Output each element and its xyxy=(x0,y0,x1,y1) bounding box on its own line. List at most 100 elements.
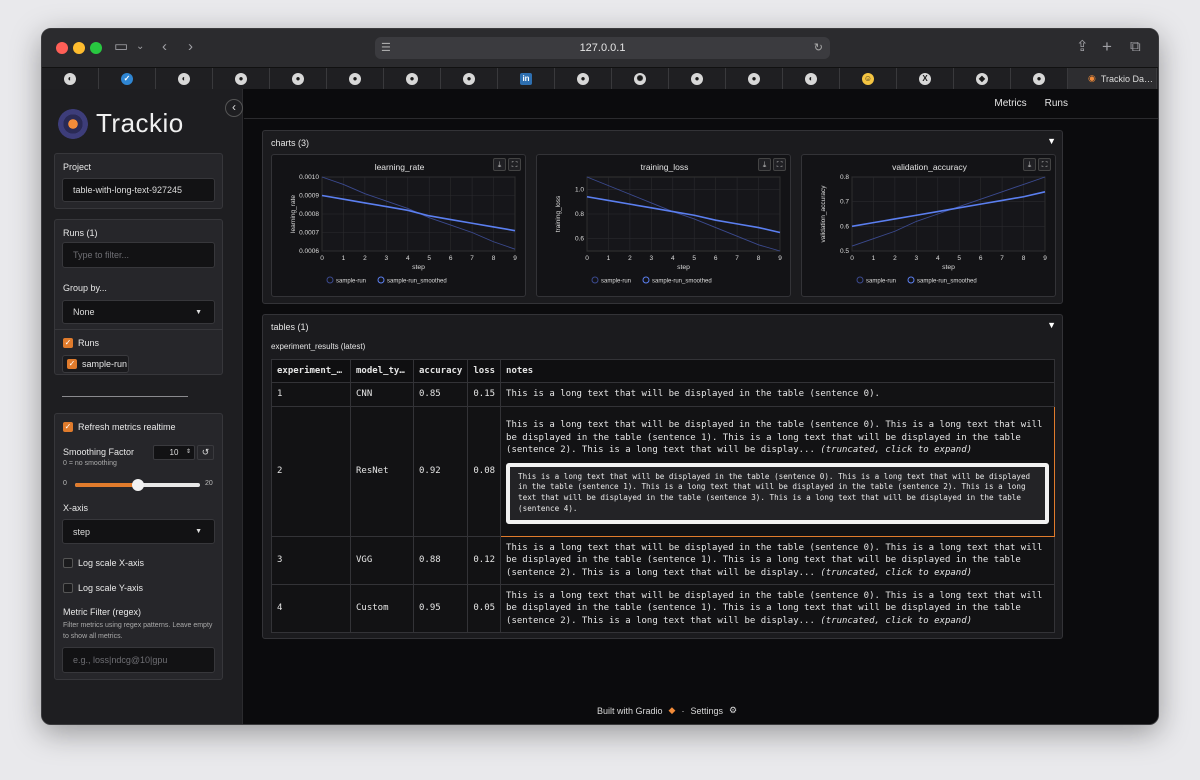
slider-thumb[interactable] xyxy=(131,479,144,491)
share-icon[interactable]: ⇪ xyxy=(1076,37,1089,57)
cell-notes[interactable]: This is a long text that will be display… xyxy=(500,584,1055,633)
project-label: Project xyxy=(63,162,92,172)
tab-overview-icon[interactable]: ⧉ xyxy=(1130,37,1141,57)
built-with-link[interactable]: Built with Gradio xyxy=(597,706,663,716)
collapse-arrow-icon[interactable]: ▼ xyxy=(1047,320,1056,330)
cell-experiment[interactable]: 2 xyxy=(271,406,351,537)
expanded-text-popup[interactable]: This is a long text that will be display… xyxy=(506,462,1049,524)
cell-model[interactable]: CNN xyxy=(350,382,414,407)
browser-tab[interactable]: ● xyxy=(327,68,384,89)
project-dropdown[interactable]: table-with-long-text-927245 xyxy=(62,178,215,202)
forward-icon[interactable]: › xyxy=(188,37,193,57)
table-row[interactable]: 2 ResNet 0.92 0.08 This is a long text t… xyxy=(271,406,1055,537)
truncated-link[interactable]: (truncated, click to expand) xyxy=(820,445,972,455)
browser-tab-active[interactable]: ◉ Trackio Da… xyxy=(1068,68,1157,89)
table-row[interactable]: 3 VGG 0.88 0.12 This is a long text that… xyxy=(271,536,1055,585)
cell-loss[interactable]: 0.15 xyxy=(467,382,502,407)
browser-tab[interactable]: ● xyxy=(1011,68,1068,89)
fullscreen-icon[interactable]: ⛶ xyxy=(508,158,521,171)
cell-accuracy[interactable]: 0.88 xyxy=(412,536,469,585)
cell-loss[interactable]: 0.12 xyxy=(467,536,502,585)
cell-loss[interactable]: 0.05 xyxy=(467,584,502,633)
cell-experiment[interactable]: 4 xyxy=(271,584,351,633)
sidebar-toggle-icon[interactable]: ▭ xyxy=(114,37,128,57)
maximize-window-button[interactable] xyxy=(90,42,102,54)
col-header-loss[interactable]: loss xyxy=(467,359,502,383)
refresh-checkbox[interactable]: ✓ xyxy=(63,422,73,432)
cell-accuracy[interactable]: 0.85 xyxy=(412,382,469,407)
browser-tab[interactable]: ◆ xyxy=(954,68,1011,89)
cell-model[interactable]: ResNet xyxy=(350,406,414,537)
collapse-sidebar-button[interactable]: ‹ xyxy=(225,99,243,117)
browser-tab[interactable]: ● xyxy=(384,68,441,89)
cell-notes[interactable]: This is a long text that will be display… xyxy=(500,536,1055,585)
x-tick-label: 0 xyxy=(585,255,589,262)
table-row[interactable]: 1 CNN 0.85 0.15 This is a long text that… xyxy=(271,382,1055,407)
cell-accuracy[interactable]: 0.92 xyxy=(412,406,469,537)
browser-tab[interactable]: ◐ xyxy=(156,68,213,89)
browser-tab[interactable]: X xyxy=(897,68,954,89)
run-item-sample-run[interactable]: ✓ sample-run xyxy=(62,355,129,373)
log-x-checkbox[interactable] xyxy=(63,558,73,568)
close-window-button[interactable] xyxy=(56,42,68,54)
download-icon[interactable]: ⤓ xyxy=(758,158,771,171)
nav-metrics[interactable]: Metrics xyxy=(994,98,1026,109)
fullscreen-icon[interactable]: ⛶ xyxy=(773,158,786,171)
smoothing-slider[interactable] xyxy=(75,479,200,491)
browser-tab[interactable]: ◐ xyxy=(783,68,840,89)
browser-tab[interactable]: ☺ xyxy=(840,68,897,89)
browser-tab[interactable]: ● xyxy=(555,68,612,89)
fullscreen-icon[interactable]: ⛶ xyxy=(1038,158,1051,171)
runs-filter-input[interactable]: Type to filter... xyxy=(62,242,215,268)
tables-title[interactable]: tables (1) xyxy=(271,322,309,332)
col-header-model-type[interactable]: model_ty… xyxy=(350,359,414,383)
browser-tab[interactable]: ◐ xyxy=(42,68,99,89)
reset-smoothing-button[interactable]: ↺ xyxy=(197,445,214,460)
cell-model[interactable]: Custom xyxy=(350,584,414,633)
reload-icon[interactable]: ↻ xyxy=(814,37,823,59)
browser-tab[interactable]: ✺ xyxy=(612,68,669,89)
browser-tab[interactable]: ✓ xyxy=(99,68,156,89)
xaxis-dropdown[interactable]: step ▼ xyxy=(62,519,215,544)
chevron-down-icon[interactable]: ⌄ xyxy=(136,37,144,57)
log-y-checkbox[interactable] xyxy=(63,583,73,593)
browser-tab[interactable]: in xyxy=(498,68,555,89)
cell-model[interactable]: VGG xyxy=(350,536,414,585)
cell-loss[interactable]: 0.08 xyxy=(467,406,502,537)
site-settings-icon[interactable]: ☰ xyxy=(381,37,391,59)
col-header-notes[interactable]: notes xyxy=(500,359,1055,383)
cell-experiment[interactable]: 3 xyxy=(271,536,351,585)
table-row[interactable]: 4 Custom 0.95 0.05 This is a long text t… xyxy=(271,584,1055,633)
download-icon[interactable]: ⤓ xyxy=(493,158,506,171)
download-icon[interactable]: ⤓ xyxy=(1023,158,1036,171)
cell-notes-expanded[interactable]: This is a long text that will be display… xyxy=(500,406,1055,537)
cell-experiment[interactable]: 1 xyxy=(271,382,351,407)
metric-filter-input[interactable]: e.g., loss|ndcg@10|gpu xyxy=(62,647,215,673)
collapse-arrow-icon[interactable]: ▼ xyxy=(1047,136,1056,146)
gear-icon[interactable]: ⚙ xyxy=(729,705,737,716)
address-bar[interactable]: ☰ 127.0.0.1 ↻ xyxy=(375,37,830,59)
back-icon[interactable]: ‹ xyxy=(162,37,167,57)
browser-tab[interactable]: ● xyxy=(726,68,783,89)
browser-tab[interactable]: ● xyxy=(669,68,726,89)
browser-tab[interactable]: ● xyxy=(441,68,498,89)
cell-accuracy[interactable]: 0.95 xyxy=(412,584,469,633)
group-by-dropdown[interactable]: None ▼ xyxy=(62,300,215,324)
truncated-link[interactable]: (truncated, click to expand) xyxy=(820,568,972,578)
browser-tab[interactable]: ● xyxy=(213,68,270,89)
truncated-link[interactable]: (truncated, click to expand) xyxy=(820,616,972,626)
col-header-experiment[interactable]: experiment_… xyxy=(271,359,351,383)
charts-title[interactable]: charts (3) xyxy=(271,138,309,148)
runs-checkbox[interactable]: ✓ xyxy=(63,338,73,348)
minimize-window-button[interactable] xyxy=(73,42,85,54)
run-item-checkbox[interactable]: ✓ xyxy=(67,359,77,369)
cell-notes[interactable]: This is a long text that will be display… xyxy=(500,382,1055,407)
new-tab-icon[interactable]: + xyxy=(1102,37,1112,57)
stepper-icon[interactable]: ⇕ xyxy=(186,446,191,459)
col-header-accuracy[interactable]: accuracy xyxy=(412,359,469,383)
smoothing-number-input[interactable]: 10 ⇕ xyxy=(153,445,195,460)
nav-runs[interactable]: Runs xyxy=(1045,98,1068,109)
browser-tab[interactable]: ● xyxy=(270,68,327,89)
x-tick-label: 6 xyxy=(714,255,718,262)
settings-link[interactable]: Settings xyxy=(690,706,723,716)
